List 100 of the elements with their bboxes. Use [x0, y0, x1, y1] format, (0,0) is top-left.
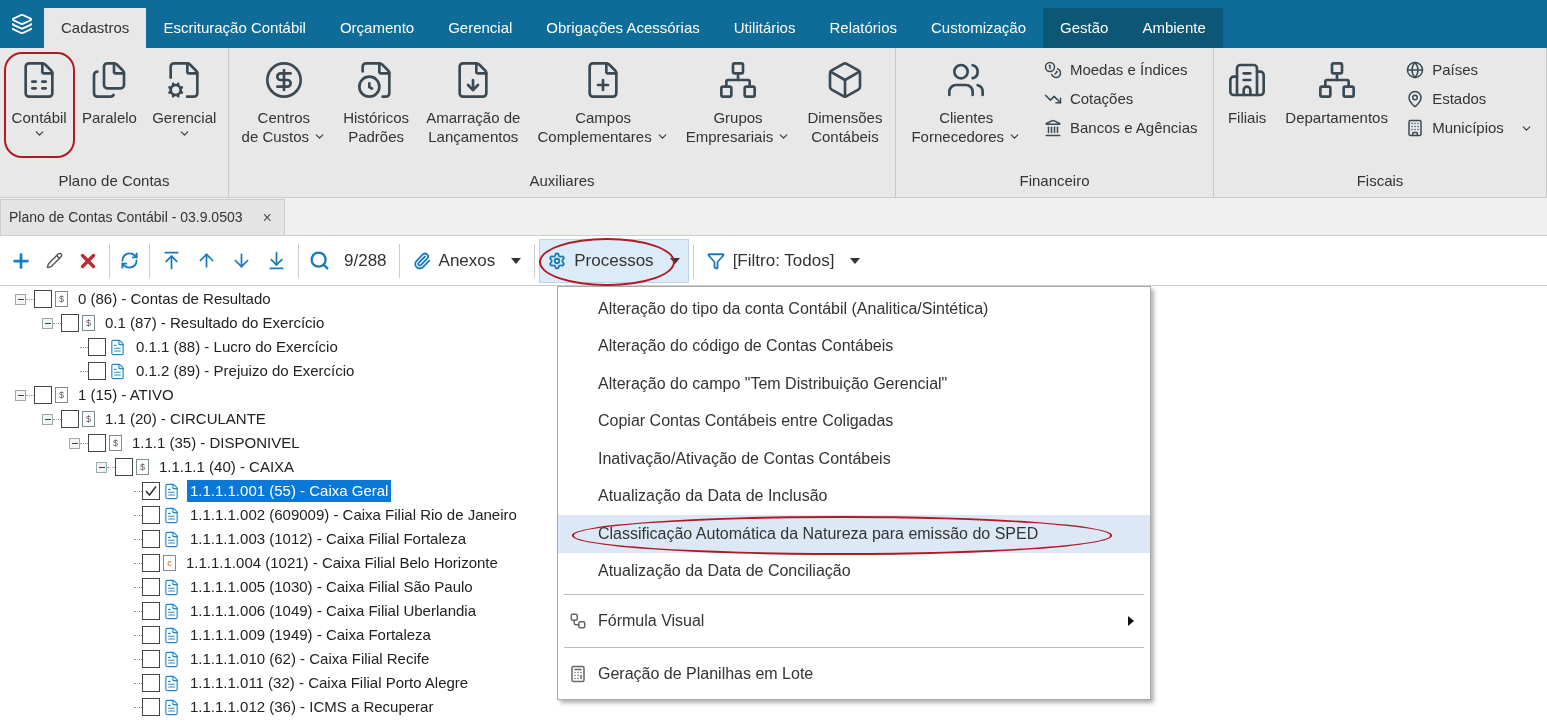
- tree-item[interactable]: 1.1.1.1 (40) - CAIXA: [156, 456, 298, 478]
- collapse-toggle[interactable]: [42, 413, 53, 425]
- map-pin-icon: [1406, 90, 1425, 108]
- search-icon[interactable]: [309, 250, 330, 271]
- checkbox[interactable]: [34, 386, 52, 404]
- menu-item[interactable]: Alteração do código de Contas Contábeis: [558, 327, 1150, 365]
- menu-item[interactable]: Atualização da Data de Inclusão: [558, 477, 1150, 515]
- document-icon: [163, 602, 180, 620]
- ribbon-button[interactable]: Municípios: [1406, 118, 1533, 138]
- tree-item[interactable]: 0.1.2 (89) - Prejuizo do Exercício: [133, 360, 358, 382]
- tree-item[interactable]: 1.1.1.1.003 (1012) - Caixa Filial Fortaleza: [187, 528, 469, 550]
- toolbar-button[interactable]: Processos: [539, 238, 689, 283]
- globe-icon: [1406, 61, 1425, 79]
- checkbox[interactable]: [142, 530, 160, 548]
- ribbon-button[interactable]: Paralelo: [77, 48, 141, 170]
- tree-item[interactable]: 1.1.1.1.002 (609009) - Caixa Filial Rio de Janeiro: [187, 504, 520, 526]
- menu-item[interactable]: Alteração do campo "Tem Distribuição Gerencial": [558, 365, 1150, 403]
- checkbox[interactable]: [61, 314, 79, 332]
- tree-item[interactable]: 1.1 (20) - CIRCULANTE: [102, 408, 269, 430]
- menu-item[interactable]: Classificação Automática da Natureza para emissão do SPED: [558, 515, 1150, 553]
- ribbon-button[interactable]: Filiais: [1223, 48, 1272, 170]
- document-tab-title: Plano de Contas Contábil - 03.9.0503: [9, 208, 243, 227]
- tree-item[interactable]: 1.1.1.1.011 (32) - Caixa Filial Porto Alegre: [187, 672, 472, 694]
- submenu-arrow-icon: [1128, 616, 1134, 626]
- checkbox[interactable]: [61, 410, 79, 428]
- tree-item[interactable]: 1.1.1.1.005 (1030) - Caixa Filial São Paulo: [187, 576, 476, 598]
- ribbon-button[interactable]: Contábil: [7, 48, 71, 170]
- tree-item[interactable]: 0.1 (87) - Resultado do Exercício: [102, 312, 328, 334]
- tree-item[interactable]: 1.1.1.1.010 (62) - Caixa Filial Recife: [187, 648, 433, 670]
- ribbon-button[interactable]: Gerencial: [148, 48, 221, 170]
- collapse-toggle[interactable]: [15, 293, 26, 305]
- menu-tab[interactable]: Ambiente: [1125, 8, 1223, 48]
- collapse-toggle[interactable]: [42, 317, 53, 329]
- ribbon-group-label: Fiscais: [1355, 170, 1405, 191]
- checkbox[interactable]: [115, 458, 133, 476]
- checkbox[interactable]: [142, 506, 160, 524]
- ribbon-button[interactable]: Campos Complementares: [533, 48, 673, 170]
- checkbox[interactable]: [142, 482, 160, 500]
- checkbox[interactable]: [88, 338, 106, 356]
- ribbon-button[interactable]: Bancos e Agências: [1043, 118, 1198, 138]
- tree-item[interactable]: 0 (86) - Contas de Resultado: [75, 288, 274, 310]
- caret-icon: [511, 257, 522, 264]
- ribbon-button[interactable]: Moedas e Índices: [1043, 60, 1198, 80]
- ribbon-button[interactable]: Grupos Empresariais: [681, 48, 795, 170]
- tree-item[interactable]: 1.1.1.1.001 (55) - Caixa Geral: [187, 480, 392, 502]
- ribbon-button[interactable]: Estados: [1406, 89, 1533, 109]
- checkbox[interactable]: [142, 674, 160, 692]
- ribbon-button[interactable]: Históricos Padrões: [339, 48, 414, 170]
- ribbon-button[interactable]: Centros de Custos: [237, 48, 331, 170]
- ribbon-button[interactable]: Departamentos: [1281, 48, 1392, 170]
- menu-item[interactable]: Fórmula Visual: [558, 599, 1150, 643]
- menu-tab[interactable]: Gestão: [1043, 8, 1126, 48]
- menu-item[interactable]: Copiar Contas Contábeis entre Coligadas: [558, 402, 1150, 440]
- menu-tab[interactable]: Escrituração Contábil: [146, 8, 323, 48]
- menu-tab[interactable]: Cadastros: [44, 8, 147, 48]
- account-type-badge: $: [55, 387, 68, 403]
- account-type-badge: $: [136, 459, 149, 475]
- checkbox[interactable]: [142, 650, 160, 668]
- menu-item[interactable]: Atualização da Data de Conciliação: [558, 552, 1150, 590]
- checkbox[interactable]: [142, 554, 160, 572]
- checkbox[interactable]: [88, 362, 106, 380]
- checkbox[interactable]: [34, 290, 52, 308]
- menu-tab[interactable]: Utilitários: [716, 8, 813, 48]
- tree-item[interactable]: 1.1.1.1.004 (1021) - Caixa Filial Belo Horizonte: [183, 552, 501, 574]
- refresh-icon[interactable]: [120, 251, 139, 270]
- tree-item[interactable]: 1 (15) - ATIVO: [75, 384, 177, 406]
- close-button[interactable]: ×: [258, 205, 276, 230]
- hierarchy-icon: [718, 60, 759, 100]
- document-tab[interactable]: Plano de Contas Contábil - 03.9.0503 ×: [0, 199, 285, 235]
- tree-item[interactable]: 0.1.1 (88) - Lucro do Exercício: [133, 336, 341, 358]
- menu-tab[interactable]: Orçamento: [322, 8, 432, 48]
- checkbox[interactable]: [142, 578, 160, 596]
- ribbon-button[interactable]: Cotações: [1043, 89, 1198, 109]
- ribbon-button[interactable]: Clientes Fornecedores: [907, 48, 1025, 170]
- ribbon-button[interactable]: Dimensões Contábeis: [803, 48, 887, 170]
- menu-tab[interactable]: Customização: [914, 8, 1044, 48]
- edit-icon[interactable]: [46, 252, 63, 269]
- ribbon-button[interactable]: Países: [1406, 60, 1533, 80]
- tree-item[interactable]: 1.1.1.1.009 (1949) - Caixa Fortaleza: [187, 624, 434, 646]
- menu-item[interactable]: Alteração do tipo da conta Contábil (Analitica/Sintética): [558, 290, 1150, 328]
- menu-tab[interactable]: Relatórios: [812, 8, 914, 48]
- ribbon-button[interactable]: Amarração de Lançamentos: [422, 48, 525, 170]
- collapse-toggle[interactable]: [69, 437, 80, 449]
- toolbar-button[interactable]: [Filtro: Todos]: [697, 238, 870, 283]
- menu-tab[interactable]: Gerencial: [431, 8, 530, 48]
- tree-item[interactable]: 1.1.1.1.012 (36) - ICMS a Recuperar: [187, 696, 437, 718]
- account-type-badge: $: [109, 435, 122, 451]
- menu-item[interactable]: Inativação/Ativação de Contas Contábeis: [558, 440, 1150, 478]
- tree-item[interactable]: 1.1.1 (35) - DISPONIVEL: [129, 432, 303, 454]
- collapse-toggle[interactable]: [15, 389, 26, 401]
- menu-item[interactable]: Geração de Planilhas em Lote: [558, 652, 1150, 696]
- checkbox[interactable]: [142, 602, 160, 620]
- checkbox[interactable]: [142, 698, 160, 716]
- record-counter: 9/288: [344, 249, 387, 272]
- collapse-toggle[interactable]: [96, 461, 107, 473]
- menu-tab[interactable]: Obrigações Acessórias: [529, 8, 717, 48]
- toolbar-button[interactable]: Anexos: [403, 238, 531, 283]
- checkbox[interactable]: [88, 434, 106, 452]
- tree-item[interactable]: 1.1.1.1.006 (1049) - Caixa Filial Uberlandia: [187, 600, 479, 622]
- checkbox[interactable]: [142, 626, 160, 644]
